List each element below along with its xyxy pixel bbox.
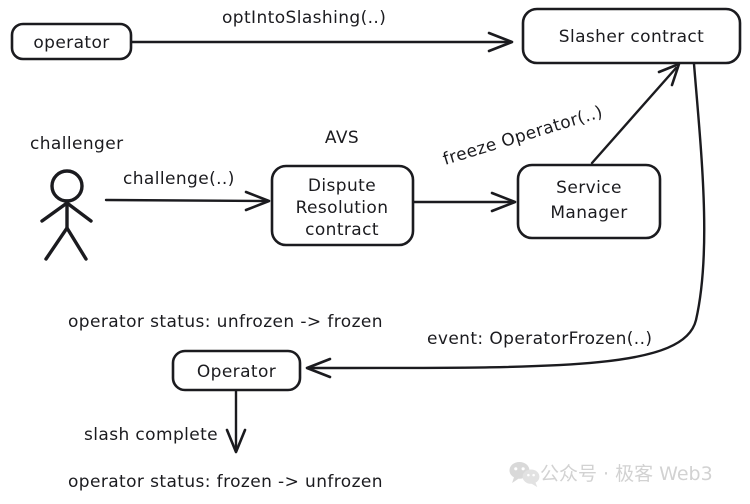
slashing-flow-diagram: operator Slasher contract Dispute Resolu… <box>10 7 742 492</box>
annotation-status-frozen-to-unfrozen: operator status: frozen -> unfrozen <box>68 472 383 492</box>
edge-label-operator-frozen-event: event: OperatorFrozen(..) <box>427 329 652 349</box>
edge-opt-into-slashing <box>129 31 514 53</box>
label-challenger-actor: challenger <box>30 134 123 154</box>
service-manager-box[interactable] <box>516 163 662 240</box>
dispute-resolution-label-line3: contract <box>305 220 379 240</box>
diagram-canvas: operator Slasher contract Dispute Resolu… <box>0 0 750 504</box>
node-slasher-contract[interactable]: Slasher contract <box>521 7 742 65</box>
node-dispute-resolution-contract[interactable]: Dispute Resolution contract <box>270 164 415 247</box>
node-challenger-actor[interactable] <box>40 169 93 261</box>
edge-label-opt-into-slashing: optIntoSlashing(..) <box>222 8 386 28</box>
edge-label-slash-complete: slash complete <box>84 425 218 445</box>
service-manager-label-line2: Manager <box>550 203 627 223</box>
node-service-manager[interactable]: Service Manager <box>516 163 662 240</box>
challenger-head-icon <box>50 169 84 203</box>
annotation-status-unfrozen-to-frozen: operator status: unfrozen -> frozen <box>68 312 383 332</box>
dispute-resolution-label-line1: Dispute <box>308 176 376 196</box>
edge-label-challenge: challenge(..) <box>123 169 235 189</box>
slasher-contract-label: Slasher contract <box>559 27 704 47</box>
node-operator-actor[interactable]: operator <box>10 22 133 61</box>
dispute-resolution-label-line2: Resolution <box>296 198 389 218</box>
watermark: 公众号 · 极客 Web3 <box>509 461 713 488</box>
operator-actor-label: operator <box>33 33 109 53</box>
service-manager-label-line1: Service <box>556 178 622 198</box>
edge-slash-complete <box>225 389 247 454</box>
edge-dispute-to-service-manager <box>411 191 517 213</box>
edge-challenge <box>104 190 271 212</box>
edge-label-freeze-operator: freeze Operator(..) <box>441 102 606 170</box>
label-avs-group: AVS <box>325 128 359 148</box>
node-operator[interactable]: Operator <box>171 349 302 392</box>
watermark-text: 公众号 · 极客 Web3 <box>540 463 713 485</box>
wechat-icon <box>509 461 540 488</box>
edge-freeze-operator <box>590 62 681 165</box>
operator-node-label: Operator <box>197 362 276 382</box>
